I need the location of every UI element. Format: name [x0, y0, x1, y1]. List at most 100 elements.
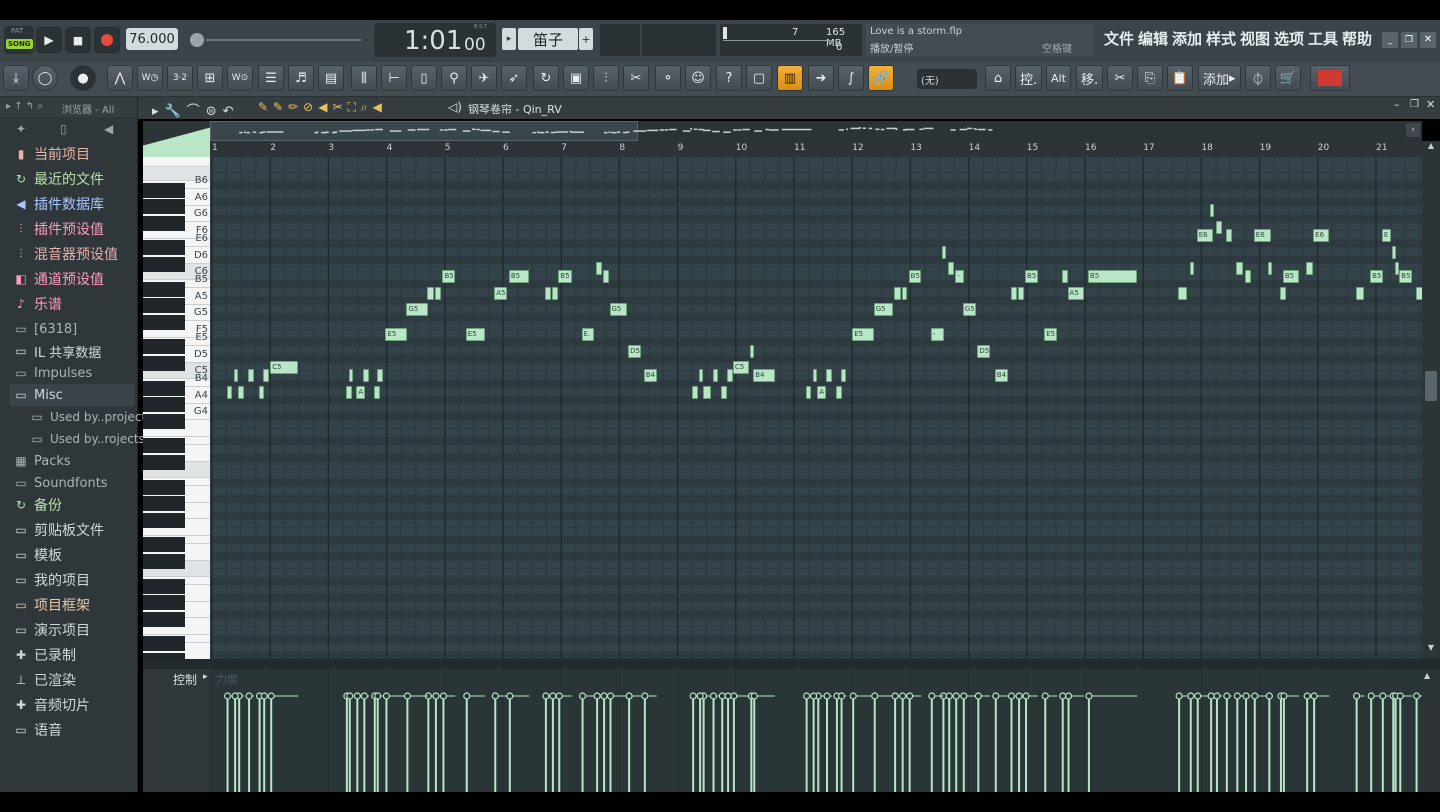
marker-icon[interactable]: ⏀	[1245, 65, 1271, 91]
velocity-handle[interactable]	[928, 692, 936, 700]
note[interactable]: G5	[873, 303, 893, 317]
project-icon[interactable]: ▯	[411, 65, 437, 91]
velocity-handle[interactable]	[849, 692, 857, 700]
pattern-selector[interactable]: 笛子	[518, 28, 578, 50]
note[interactable]	[1225, 229, 1232, 242]
arrow-right-icon[interactable]: ➜	[808, 65, 834, 91]
note[interactable]	[692, 385, 698, 399]
velocity-handle[interactable]	[1007, 692, 1016, 700]
velocity-handle[interactable]	[231, 692, 239, 700]
velocity-handle[interactable]	[463, 692, 471, 700]
loop-record-icon[interactable]: W⊙	[227, 65, 253, 91]
black-key[interactable]	[143, 512, 185, 528]
performance-icon[interactable]: ✈	[471, 65, 497, 91]
black-key[interactable]	[143, 339, 185, 355]
note[interactable]	[750, 344, 755, 358]
velocity-handle[interactable]	[606, 692, 615, 700]
browser-item[interactable]: ▭ Used by..projects	[30, 406, 152, 428]
velocity-handle[interactable]	[374, 692, 382, 700]
browser-item[interactable]: ▦ Packs	[14, 450, 70, 472]
velocity-handle[interactable]	[992, 692, 1000, 700]
scroll-up-button[interactable]: ▲	[1424, 141, 1438, 155]
velocity-handle[interactable]	[1412, 692, 1421, 700]
velocity-handle[interactable]	[1041, 692, 1049, 700]
velocity-handle[interactable]	[1207, 692, 1215, 700]
velocity-handle[interactable]	[432, 692, 440, 700]
note[interactable]: E6	[1313, 229, 1330, 242]
chat-icon[interactable]: ☺	[685, 65, 711, 91]
black-key[interactable]	[143, 240, 185, 256]
velocity-handle[interactable]	[718, 692, 726, 700]
piano-keyboard[interactable]: B6 A6 G6 F6 E6 D6 C6 B5 A5 G5 F5 E5 D5 C5 B4 A4 G4	[143, 157, 210, 659]
stop-button[interactable]: ■	[65, 27, 91, 53]
browser-tree-icon[interactable]: ⊢	[381, 65, 407, 91]
browser-item[interactable]: ⊥ 已渲染	[14, 669, 76, 691]
control-button[interactable]: 控.	[1015, 65, 1043, 91]
browser-item[interactable]: ↻ 最近的文件	[14, 168, 104, 190]
velocity-handle[interactable]	[906, 692, 914, 700]
velocity-handle[interactable]	[1223, 692, 1231, 700]
velocity-handle[interactable]	[945, 692, 953, 700]
velocity-handle[interactable]	[382, 692, 391, 700]
black-key[interactable]	[143, 281, 185, 297]
note[interactable]	[1018, 286, 1024, 300]
add-button[interactable]: 添加 ▸	[1198, 65, 1241, 91]
browser-item[interactable]: ⫶ 插件预设值	[14, 218, 104, 240]
move-button[interactable]: 移.	[1076, 65, 1104, 91]
black-key[interactable]	[143, 182, 185, 198]
minimize-button[interactable]: _	[1382, 32, 1398, 48]
note[interactable]: A	[817, 385, 826, 399]
curve-icon[interactable]: ∫	[838, 65, 864, 91]
note[interactable]: D5	[977, 344, 991, 358]
browser-item[interactable]: ▮ 当前项目	[14, 143, 90, 165]
master-pitch-slider[interactable]	[206, 39, 361, 41]
velocity-handle[interactable]	[810, 692, 818, 700]
velocity-handle[interactable]	[1251, 692, 1259, 700]
note[interactable]	[712, 369, 719, 383]
menu-file[interactable]: 文件	[1104, 28, 1134, 49]
velocity-handle[interactable]	[346, 692, 354, 700]
velocity-handle[interactable]	[245, 692, 253, 700]
black-key[interactable]	[143, 314, 185, 330]
note[interactable]	[434, 286, 441, 300]
velocity-handle[interactable]	[506, 692, 514, 700]
velocity-handle[interactable]	[1064, 692, 1073, 700]
velocity-handle[interactable]	[260, 692, 268, 700]
black-key[interactable]	[143, 438, 185, 454]
note[interactable]: B5	[558, 270, 572, 284]
black-key[interactable]	[143, 199, 185, 214]
note[interactable]: B5	[908, 270, 922, 284]
mic-icon[interactable]: ➶	[501, 65, 527, 91]
note[interactable]	[1010, 286, 1018, 300]
black-key[interactable]	[143, 553, 185, 569]
paste-icon[interactable]: 📋	[1167, 65, 1193, 91]
note[interactable]	[894, 286, 902, 300]
note[interactable]	[234, 369, 239, 383]
piano-roll-edit-tools[interactable]: ✎✎✏⊘◀✂⛶⌕◀	[258, 100, 387, 115]
note[interactable]	[258, 385, 265, 399]
velocity-handle[interactable]	[709, 692, 718, 700]
note[interactable]: A	[356, 385, 366, 399]
plugin-icon[interactable]: ⚲	[441, 65, 467, 91]
note[interactable]: G5	[609, 303, 627, 317]
browser-item[interactable]: ⫶ 混音器预设值	[14, 243, 118, 265]
note[interactable]	[373, 385, 380, 399]
note[interactable]	[551, 286, 558, 300]
download-icon[interactable]: ⤓	[3, 65, 29, 91]
timeline-ruler[interactable]: 1 2 3 4 5 6 7 8 9 10 11 12 13 14 15 16 17 18 19 20 21	[210, 141, 1422, 157]
note[interactable]	[544, 286, 551, 300]
black-key[interactable]	[143, 595, 185, 610]
velocity-handle[interactable]	[1265, 692, 1273, 700]
record-button[interactable]	[94, 27, 120, 53]
note[interactable]	[603, 270, 609, 284]
velocity-handle[interactable]	[353, 692, 361, 700]
menu-help[interactable]: 帮助	[1342, 28, 1372, 49]
velocity-handle[interactable]	[593, 692, 601, 700]
piano-roll-close[interactable]: ✕	[1426, 98, 1435, 111]
note[interactable]: A5	[1067, 286, 1084, 300]
browser-item[interactable]: ▭ 模板	[14, 544, 62, 566]
velocity-handle[interactable]	[403, 692, 411, 700]
song-overview[interactable]	[210, 121, 1422, 141]
browser-item[interactable]: ▭ 剪贴板文件	[14, 519, 104, 541]
play-button[interactable]: ▶	[36, 27, 62, 53]
